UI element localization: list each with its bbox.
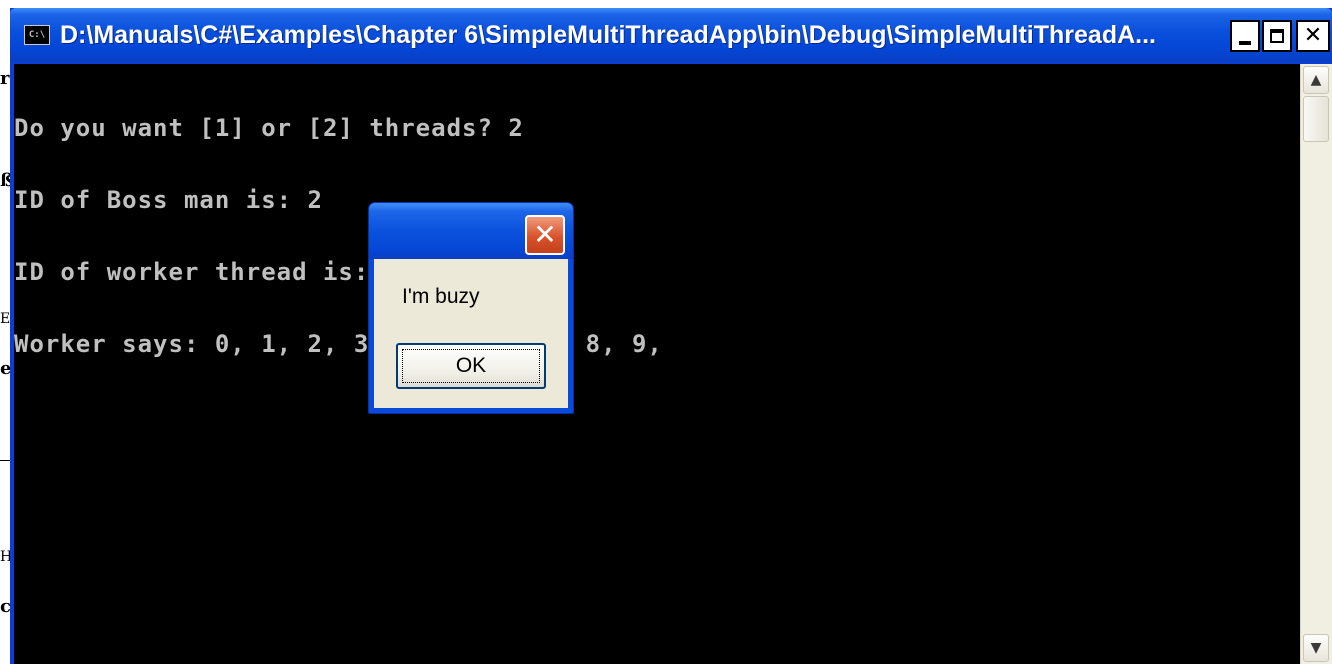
window-titlebar[interactable]: C:\ D:\Manuals\C#\Examples\Chapter 6\Sim… [10, 8, 1332, 62]
minimize-icon [1239, 41, 1251, 45]
dialog-body: I'm buzy OK [374, 259, 568, 408]
window-title: D:\Manuals\C#\Examples\Chapter 6\SimpleM… [60, 21, 1156, 49]
maximize-icon [1270, 29, 1284, 43]
arrow-down-icon: ▼ [1310, 640, 1322, 656]
dialog-close-button[interactable]: ✕ [525, 215, 565, 255]
scroll-up-button[interactable]: ▲ [1303, 66, 1329, 94]
console-app-icon[interactable]: C:\ [24, 25, 50, 45]
background-page-fragment: r [0, 68, 10, 89]
scroll-thumb[interactable] [1303, 96, 1329, 142]
maximize-button[interactable] [1262, 20, 1292, 52]
console-window: C:\ D:\Manuals\C#\Examples\Chapter 6\Sim… [10, 8, 1332, 664]
background-page-fragment [0, 460, 10, 461]
vertical-scrollbar[interactable]: ▲ ▼ [1300, 64, 1332, 664]
console-output[interactable]: Do you want [1] or [2] threads? 2 ID of … [14, 64, 1300, 664]
close-icon: ✕ [1303, 23, 1323, 48]
minimize-button[interactable] [1230, 20, 1260, 52]
close-icon: ✕ [533, 218, 557, 251]
arrow-up-icon: ▲ [1310, 72, 1322, 88]
background-page-fragment: E [0, 311, 11, 327]
message-box-dialog: ✕ I'm buzy OK [368, 202, 574, 414]
dialog-titlebar[interactable]: ✕ [369, 203, 573, 259]
ok-button[interactable]: OK [396, 343, 546, 389]
close-button[interactable]: ✕ [1296, 20, 1330, 52]
dialog-message: I'm buzy [402, 285, 480, 308]
scroll-down-button[interactable]: ▼ [1303, 634, 1329, 662]
console-line: Do you want [1] or [2] threads? 2 [14, 114, 524, 142]
